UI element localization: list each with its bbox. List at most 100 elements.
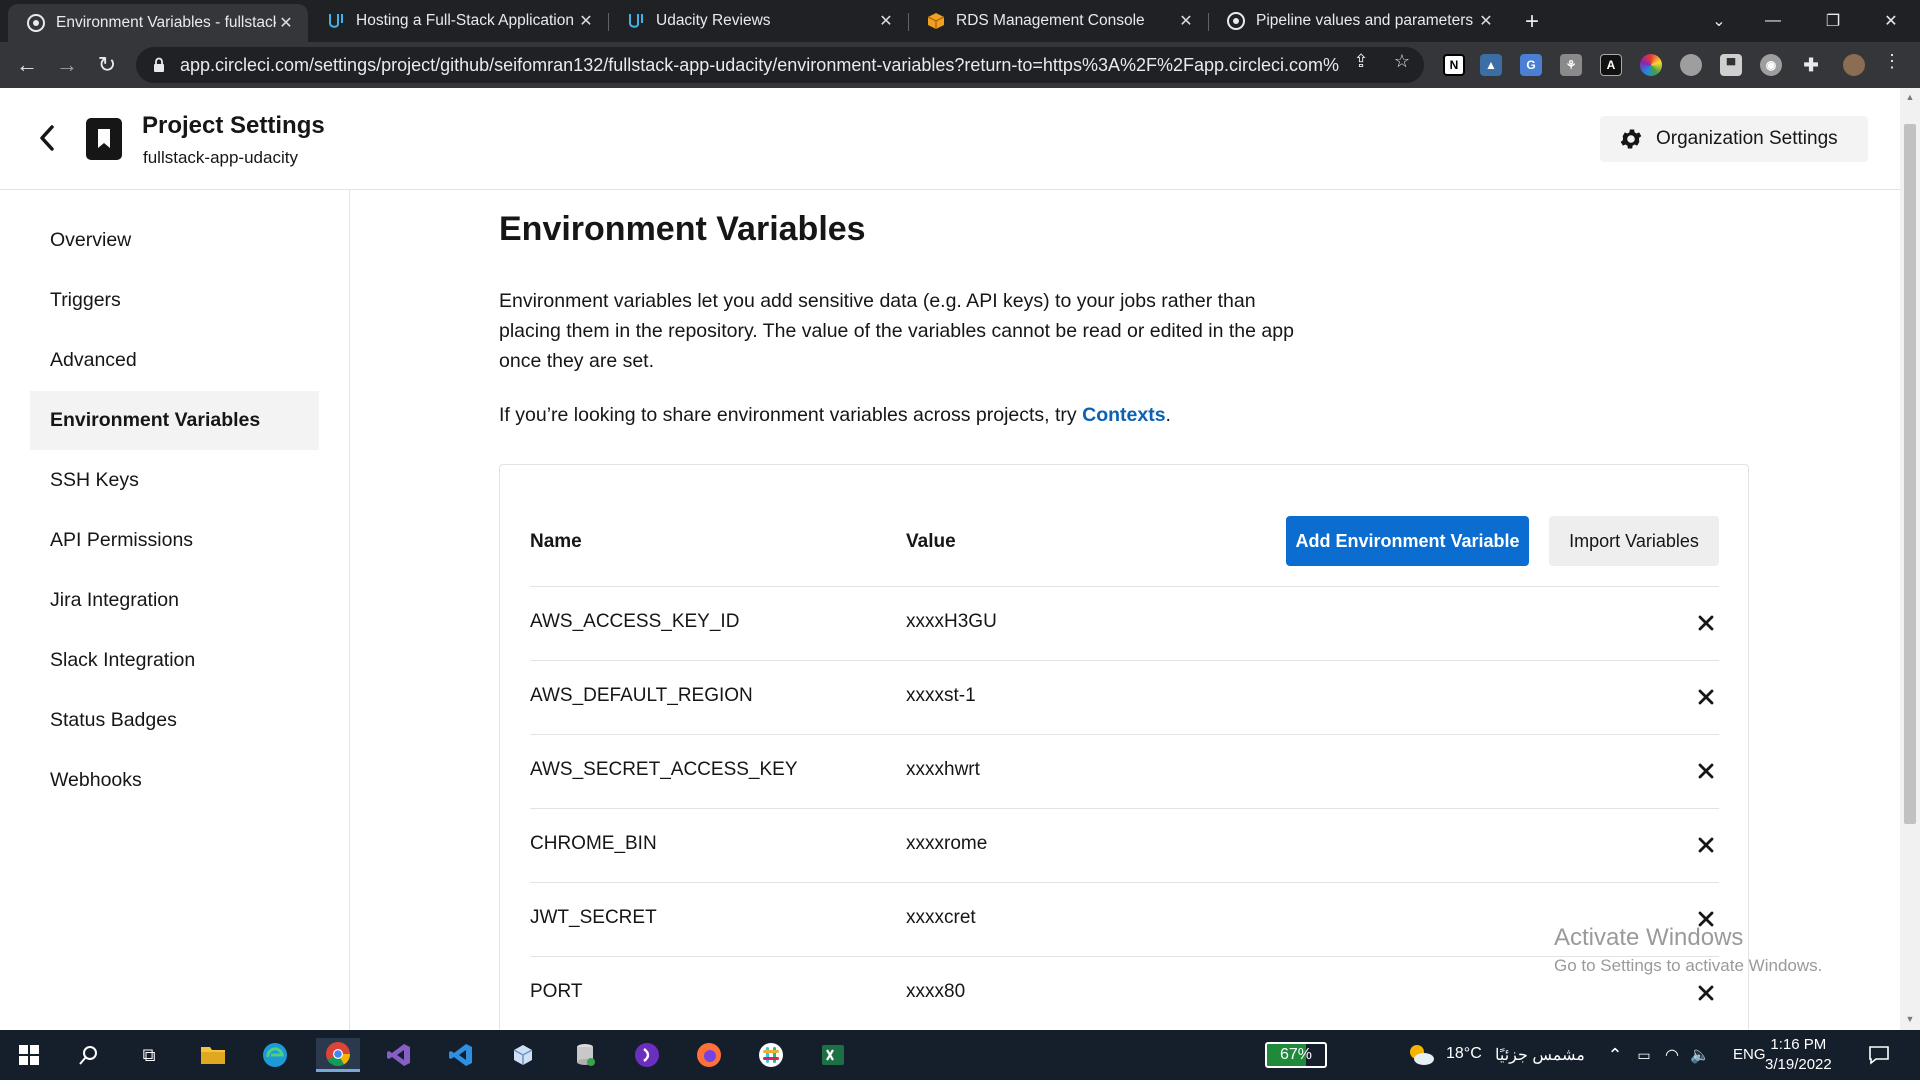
udacity-icon (326, 11, 346, 31)
delete-x-icon[interactable] (1694, 759, 1718, 783)
scroll-down-arrow-icon[interactable]: ▼ (1905, 1014, 1915, 1024)
battery-tray-icon[interactable]: ▭ (1632, 1038, 1656, 1072)
weather-temperature: 18°C (1446, 1045, 1482, 1062)
slack-icon[interactable] (754, 1038, 788, 1072)
task-view-icon[interactable]: ⧉ (132, 1038, 166, 1072)
organization-settings-button[interactable]: Organization Settings (1600, 116, 1868, 162)
printer-icon[interactable]: ▀ (1720, 54, 1742, 76)
udacity-icon (626, 11, 646, 31)
minimize-button[interactable]: — (1744, 0, 1802, 42)
delete-x-icon[interactable] (1694, 685, 1718, 709)
settings-sidebar: Overview Triggers Advanced Environment V… (0, 190, 350, 1030)
close-window-button[interactable]: ✕ (1862, 0, 1920, 42)
sidebar-item-api-permissions[interactable]: API Permissions (30, 511, 319, 570)
contexts-link[interactable]: Contexts (1082, 404, 1165, 426)
language-indicator[interactable]: ENG (1733, 1046, 1766, 1063)
tab-udacity-reviews[interactable]: Udacity Reviews ✕ (608, 0, 908, 42)
back-arrow-icon[interactable]: ← (12, 50, 42, 80)
podcast-app-icon[interactable] (630, 1038, 664, 1072)
tab-title: Pipeline values and parameters - (1256, 12, 1476, 29)
page-header: Project Settings fullstack-app-udacity O… (0, 88, 1900, 190)
new-tab-button[interactable]: + (1518, 8, 1546, 36)
windows-start-icon[interactable] (12, 1038, 46, 1072)
sidebar-item-triggers[interactable]: Triggers (30, 271, 319, 330)
variable-name: PORT (530, 981, 583, 1002)
excel-icon[interactable] (816, 1038, 850, 1072)
close-icon[interactable]: ✕ (1176, 11, 1196, 31)
sidebar-item-advanced[interactable]: Advanced (30, 331, 319, 390)
extension-icon[interactable]: ▲ (1480, 54, 1502, 76)
close-icon[interactable]: ✕ (1476, 11, 1496, 31)
weather-description: مشمس جزئيًا (1495, 1047, 1585, 1064)
extension-icon[interactable]: ⚘ (1560, 54, 1582, 76)
sidebar-item-environment-variables[interactable]: Environment Variables (30, 391, 319, 450)
sidebar-item-label: Environment Variables (50, 409, 261, 431)
sidebar-item-slack-integration[interactable]: Slack Integration (30, 631, 319, 690)
section-title: Environment Variables (499, 210, 866, 248)
aws-box-icon (926, 11, 946, 31)
delete-x-icon[interactable] (1694, 833, 1718, 857)
chevron-up-icon[interactable]: ⌃ (1604, 1038, 1626, 1072)
column-header-name: Name (530, 531, 582, 552)
search-icon[interactable] (72, 1038, 106, 1072)
sidebar-item-label: Jira Integration (50, 589, 179, 611)
activate-windows-watermark: Activate Windows Go to Settings to activ… (1554, 924, 1822, 976)
puzzle-extensions-icon[interactable]: ✚ (1800, 54, 1822, 76)
google-translate-icon[interactable]: G (1520, 54, 1542, 76)
forward-arrow-icon[interactable]: → (52, 50, 82, 80)
system-clock[interactable]: 1:16 PM 3/19/2022 (1765, 1035, 1832, 1075)
battery-indicator[interactable]: 67% (1265, 1042, 1327, 1068)
lock-icon (150, 56, 168, 74)
cube-app-icon[interactable] (506, 1038, 540, 1072)
file-explorer-icon[interactable] (196, 1038, 230, 1072)
font-extension-icon[interactable]: A (1600, 54, 1622, 76)
tab-environment-variables[interactable]: Environment Variables - fullstack ✕ (8, 4, 308, 42)
notifications-icon[interactable] (1862, 1038, 1896, 1072)
scrollbar-thumb[interactable] (1904, 124, 1916, 824)
close-icon[interactable]: ✕ (276, 13, 296, 33)
volume-icon[interactable]: 🔈 (1688, 1038, 1712, 1072)
edge-browser-icon[interactable] (258, 1038, 292, 1072)
chrome-browser-icon[interactable] (316, 1038, 360, 1072)
scroll-up-arrow-icon[interactable]: ▲ (1905, 92, 1915, 102)
close-icon[interactable]: ✕ (576, 11, 596, 31)
tab-hosting-app[interactable]: Hosting a Full-Stack Application ✕ (308, 0, 608, 42)
database-app-icon[interactable] (568, 1038, 602, 1072)
delete-x-icon[interactable] (1694, 981, 1718, 1005)
sidebar-item-status-badges[interactable]: Status Badges (30, 691, 319, 750)
weather-partly-sunny-icon[interactable] (1404, 1038, 1438, 1072)
tab-pipeline-values[interactable]: Pipeline values and parameters - ✕ (1208, 0, 1508, 42)
visual-studio-icon[interactable] (382, 1038, 416, 1072)
sidebar-item-jira-integration[interactable]: Jira Integration (30, 571, 319, 630)
vertical-scrollbar[interactable]: ▲ ▼ (1900, 88, 1920, 1030)
url-text: app.circleci.com/settings/project/github… (180, 54, 1340, 75)
kebab-menu-icon[interactable]: ⋮ (1882, 51, 1902, 71)
wifi-icon[interactable]: ◠ (1660, 1038, 1684, 1072)
notion-extension-icon[interactable]: N (1443, 54, 1465, 76)
share-icon[interactable]: ⇪ (1351, 51, 1371, 71)
reload-icon[interactable]: ↻ (92, 50, 122, 80)
tab-search-chevron-icon[interactable]: ⌄ (1690, 0, 1748, 42)
vscode-icon[interactable] (444, 1038, 478, 1072)
add-environment-variable-button[interactable]: Add Environment Variable (1286, 516, 1529, 566)
bookmark-star-icon[interactable]: ☆ (1392, 51, 1412, 71)
camera-icon[interactable]: ◉ (1760, 54, 1782, 76)
tab-title: RDS Management Console (956, 12, 1145, 29)
import-variables-button[interactable]: Import Variables (1549, 516, 1719, 566)
sidebar-item-webhooks[interactable]: Webhooks (30, 751, 319, 810)
avatar[interactable] (1843, 54, 1865, 76)
extension-icon[interactable] (1680, 54, 1702, 76)
tab-rds-console[interactable]: RDS Management Console ✕ (908, 0, 1208, 42)
sidebar-item-overview[interactable]: Overview (30, 211, 319, 270)
delete-x-icon[interactable] (1694, 611, 1718, 635)
variable-name: AWS_ACCESS_KEY_ID (530, 611, 740, 632)
restore-button[interactable]: ❐ (1804, 0, 1862, 42)
chevron-left-icon[interactable] (34, 122, 60, 154)
close-icon[interactable]: ✕ (876, 11, 896, 31)
address-bar[interactable]: app.circleci.com/settings/project/github… (136, 47, 1424, 83)
table-row: CHROME_BIN xxxxrome (530, 808, 1719, 882)
sidebar-item-ssh-keys[interactable]: SSH Keys (30, 451, 319, 510)
firefox-icon[interactable] (692, 1038, 726, 1072)
color-picker-icon[interactable] (1640, 54, 1662, 76)
variable-name: CHROME_BIN (530, 833, 657, 854)
